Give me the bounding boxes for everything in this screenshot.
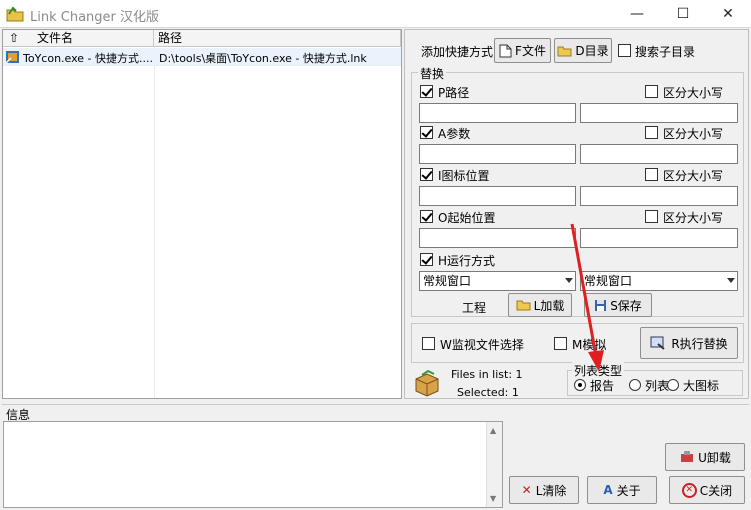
column-path-label: 路径 [158, 31, 183, 45]
execute-replace-label: R执行替换 [671, 336, 728, 351]
close-circle-icon: ✕ [681, 482, 697, 498]
sort-up-icon: ⇧ [9, 31, 20, 45]
title-bar: Link Changer 汉化版 — ☐ ✕ [0, 0, 751, 28]
monitor-checkbox[interactable] [422, 337, 435, 350]
icon-location-label: I图标位置 [438, 169, 490, 183]
save-label: S保存 [610, 298, 642, 313]
minimize-button[interactable]: — [614, 0, 660, 28]
icon-location-case-checkbox[interactable] [645, 168, 658, 181]
list-type-list-radio[interactable] [629, 379, 641, 391]
package-icon [415, 369, 439, 397]
list-header: ⇧ 文件名 路径 [3, 30, 401, 47]
app-folder-icon [6, 6, 24, 22]
chevron-down-icon [727, 278, 735, 283]
clear-button[interactable]: ✕ L清除 [509, 476, 579, 504]
about-button[interactable]: A 关于 [587, 476, 657, 504]
column-filename-label: 文件名 [37, 31, 74, 45]
path-case-checkbox[interactable] [645, 85, 658, 98]
selected-count-text: Selected: 1 [457, 386, 519, 399]
add-shortcut-label: 添加快捷方式 [421, 45, 494, 59]
path-checkbox[interactable] [420, 85, 433, 98]
project-label: 工程 [462, 301, 487, 315]
table-row[interactable]: ToYcon.exe - 快捷方式.... D:\tools\桌面\ToYcon… [3, 48, 401, 66]
path-replace-input[interactable] [580, 103, 738, 123]
window-title: Link Changer 汉化版 [30, 10, 160, 25]
list-type-report-radio[interactable] [574, 379, 586, 391]
open-folder-icon [516, 300, 531, 311]
close-label: C关闭 [699, 483, 733, 498]
files-in-list-text: Files in list: 1 [451, 368, 523, 381]
replace-group-title: 替换 [418, 65, 447, 82]
clear-label: L清除 [535, 483, 567, 498]
args-case-label: 区分大小写 [663, 127, 724, 141]
add-directory-label: D目录 [575, 44, 609, 58]
close-window-button[interactable]: ✕ [705, 0, 751, 28]
folder-icon [557, 46, 572, 56]
run-mode-find-value: 常规窗口 [423, 274, 472, 288]
icon-location-checkbox[interactable] [420, 168, 433, 181]
about-label: 关于 [616, 483, 641, 498]
row-filename: ToYcon.exe - 快捷方式.... [23, 52, 153, 65]
unload-label: U卸载 [698, 450, 731, 465]
start-location-case-label: 区分大小写 [663, 211, 724, 225]
scroll-up-icon[interactable]: ▲ [490, 426, 496, 435]
file-icon [499, 44, 512, 57]
args-checkbox[interactable] [420, 126, 433, 139]
args-replace-input[interactable] [580, 144, 738, 164]
shortcut-list[interactable]: ⇧ 文件名 路径 ToYcon.exe - 快捷方式.... D:\tools\… [2, 29, 402, 399]
column-header-path[interactable]: 路径 [154, 30, 401, 47]
run-mode-find-select[interactable]: 常规窗口 [419, 271, 576, 291]
args-label: A参数 [438, 127, 471, 141]
info-textarea[interactable]: ▲ ▼ [3, 421, 503, 508]
path-label: P路径 [438, 86, 470, 100]
unload-button[interactable]: U卸载 [665, 443, 745, 471]
annotation-arrow [570, 223, 604, 372]
args-case-checkbox[interactable] [645, 126, 658, 139]
add-file-button[interactable]: F文件 [494, 38, 551, 63]
start-location-checkbox[interactable] [420, 210, 433, 223]
search-subdirs-label: 搜索子目录 [635, 45, 696, 59]
info-scrollbar[interactable]: ▲ ▼ [486, 422, 502, 507]
close-button[interactable]: ✕ C关闭 [669, 476, 745, 504]
row-path: D:\tools\桌面\ToYcon.exe - 快捷方式.lnk [159, 52, 367, 65]
clear-x-icon: ✕ [521, 483, 532, 497]
shortcut-file-icon [5, 51, 19, 64]
column-header-filename[interactable]: ⇧ 文件名 [3, 30, 154, 47]
start-location-find-input[interactable] [419, 228, 576, 248]
args-find-input[interactable] [419, 144, 576, 164]
list-type-large-icon-label: 大图标 [683, 379, 720, 393]
icon-location-find-input[interactable] [419, 186, 576, 206]
icon-location-replace-input[interactable] [580, 186, 738, 206]
add-directory-button[interactable]: D目录 [554, 38, 612, 63]
list-type-large-icon-radio[interactable] [667, 379, 679, 391]
icon-location-case-label: 区分大小写 [663, 169, 724, 183]
search-subdirs-checkbox[interactable] [618, 44, 631, 57]
monitor-label: W监视文件选择 [440, 338, 524, 352]
start-location-label: O起始位置 [438, 211, 496, 225]
scroll-down-icon[interactable]: ▼ [490, 494, 496, 503]
path-find-input[interactable] [419, 103, 576, 123]
run-mode-label: H运行方式 [438, 254, 496, 268]
column-divider [154, 47, 155, 398]
about-a-icon: A [603, 483, 613, 497]
unload-icon [681, 451, 694, 462]
execute-icon [650, 336, 665, 350]
path-case-label: 区分大小写 [663, 86, 724, 100]
maximize-button[interactable]: ☐ [660, 0, 706, 28]
run-mode-checkbox[interactable] [420, 253, 433, 266]
execute-replace-button[interactable]: R执行替换 [640, 327, 738, 359]
start-location-case-checkbox[interactable] [645, 210, 658, 223]
add-file-label: F文件 [515, 44, 546, 58]
